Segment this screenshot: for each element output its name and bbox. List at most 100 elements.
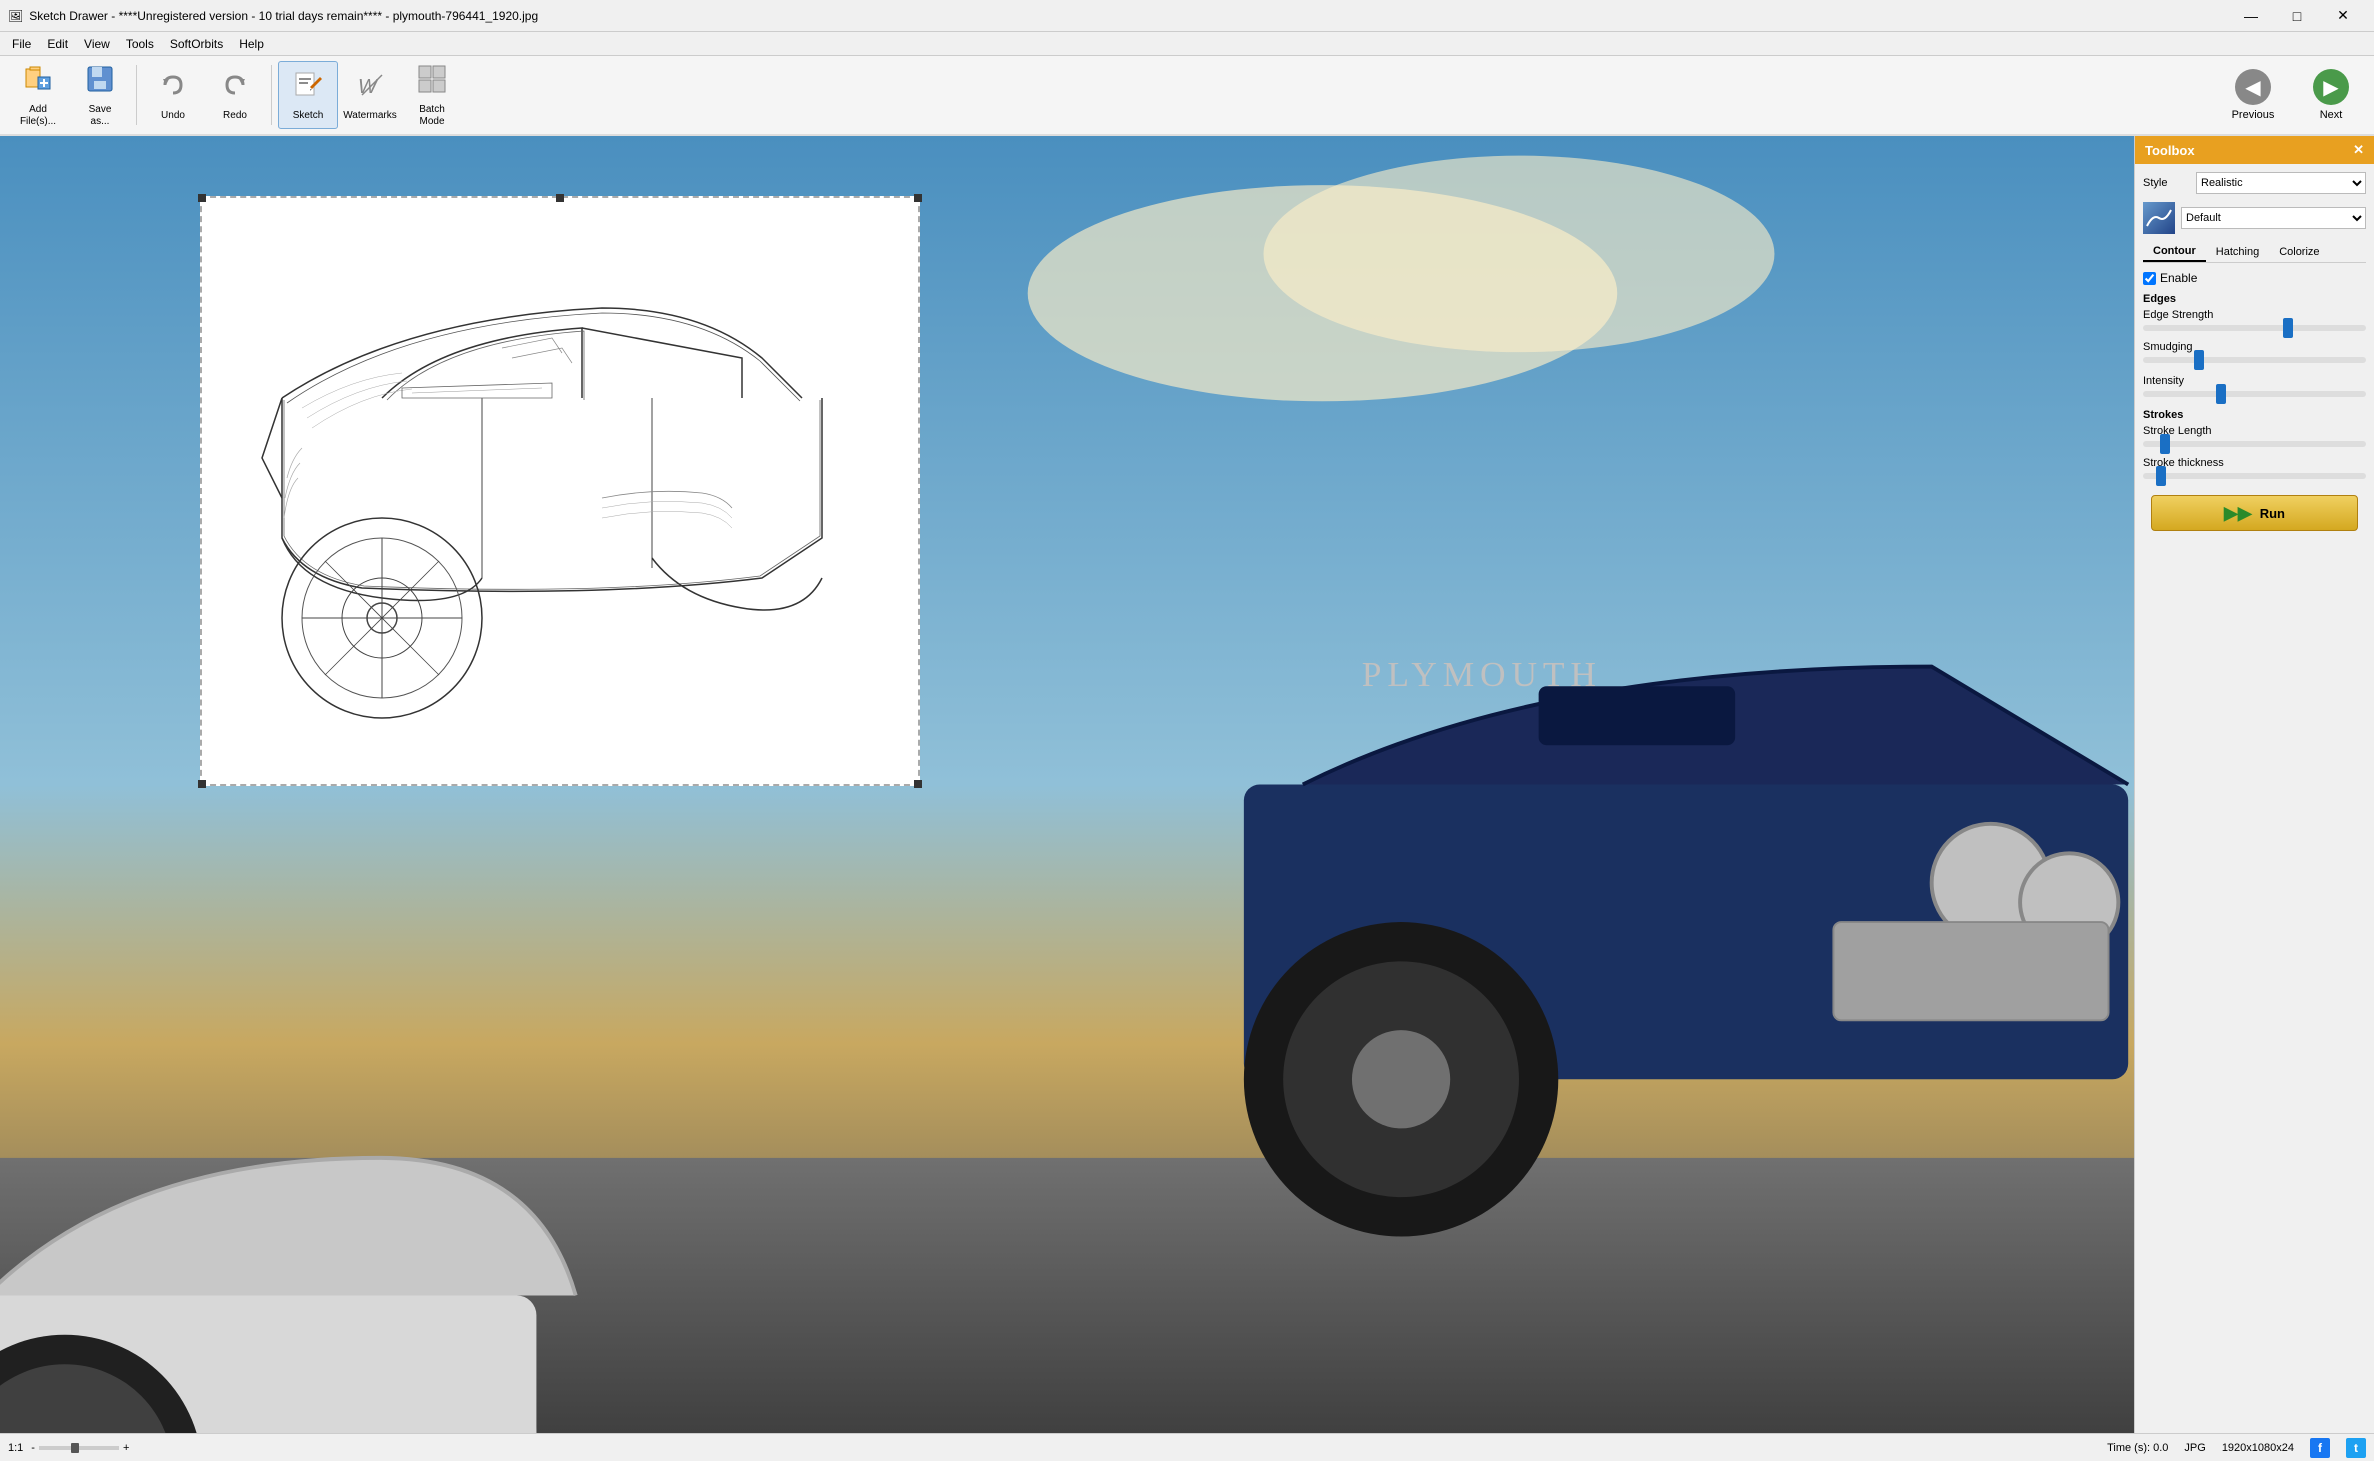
watermarks-icon: W (354, 69, 386, 106)
intensity-thumb[interactable] (2216, 384, 2226, 404)
stroke-length-label: Stroke Length (2143, 425, 2366, 437)
presets-select[interactable]: Default (2181, 207, 2366, 229)
watermarks-button[interactable]: W Watermarks (340, 61, 400, 129)
add-files-label: AddFile(s)... (20, 104, 56, 128)
facebook-icon[interactable]: f (2310, 1438, 2330, 1458)
smudging-thumb[interactable] (2194, 350, 2204, 370)
run-button[interactable]: ▶▶ Run (2151, 495, 2358, 531)
toolbox-close-icon[interactable]: ✕ (2353, 142, 2364, 158)
separator-1 (136, 65, 137, 125)
menu-help[interactable]: Help (231, 32, 272, 56)
zoom-control: - + (31, 1442, 129, 1454)
zoom-thumb[interactable] (71, 1443, 79, 1453)
intensity-track[interactable] (2143, 391, 2366, 397)
sketch-button[interactable]: Sketch (278, 61, 338, 129)
add-files-icon (22, 63, 54, 100)
close-button[interactable]: ✕ (2320, 0, 2366, 32)
previous-arrow-icon: ◀ (2235, 69, 2271, 105)
menu-softorbits[interactable]: SoftOrbits (162, 32, 231, 56)
save-as-icon (84, 63, 116, 100)
zoom-in-icon[interactable]: + (123, 1442, 129, 1454)
edges-title: Edges (2143, 293, 2366, 305)
edge-strength-track[interactable] (2143, 325, 2366, 331)
enable-checkbox[interactable] (2143, 272, 2156, 285)
titlebar: 🖼 Sketch Drawer - ****Unregistered versi… (0, 0, 2374, 32)
stroke-thickness-row: Stroke thickness (2143, 457, 2366, 479)
toolbar-nav: ◀ Previous ▶ Next (2218, 60, 2366, 130)
twitter-icon[interactable]: t (2346, 1438, 2366, 1458)
smudging-track[interactable] (2143, 357, 2366, 363)
app-icon: 🖼 (8, 9, 23, 23)
menubar: File Edit View Tools SoftOrbits Help (0, 32, 2374, 56)
tab-hatching[interactable]: Hatching (2206, 242, 2269, 262)
watermarks-label: Watermarks (343, 110, 397, 122)
strokes-title: Strokes (2143, 409, 2366, 421)
redo-icon (219, 69, 251, 106)
edges-section: Edges Edge Strength Smudging (2143, 293, 2366, 363)
enable-row: Enable (2143, 271, 2366, 285)
app-title: Sketch Drawer - ****Unregistered version… (29, 9, 538, 23)
add-files-button[interactable]: AddFile(s)... (8, 61, 68, 129)
selection-handle-bottomleft[interactable] (198, 780, 206, 788)
style-label: Style (2143, 177, 2188, 189)
toolbox-tabs: Contour Hatching Colorize (2143, 242, 2366, 263)
format-label: JPG (2184, 1442, 2205, 1454)
next-label: Next (2320, 109, 2343, 121)
batch-mode-icon (416, 63, 448, 100)
zoom-out-icon[interactable]: - (31, 1442, 35, 1454)
statusbar: 1:1 - + Time (s): 0.0 JPG 1920x1080x24 f… (0, 1433, 2374, 1461)
edge-strength-label: Edge Strength (2143, 309, 2366, 321)
next-button[interactable]: ▶ Next (2296, 60, 2366, 130)
separator-2 (271, 65, 272, 125)
smudging-row: Smudging (2143, 341, 2366, 363)
intensity-label: Intensity (2143, 375, 2366, 387)
toolbox-content: Style Realistic (2135, 164, 2374, 1433)
sketch-canvas[interactable] (200, 196, 920, 786)
canvas-area[interactable]: PLYMOUTH (0, 136, 2134, 1433)
selection-handle-bottomright[interactable] (914, 780, 922, 788)
menu-tools[interactable]: Tools (118, 32, 162, 56)
undo-button[interactable]: Undo (143, 61, 203, 129)
zoom-ratio-label: 1:1 (8, 1442, 23, 1454)
enable-label: Enable (2160, 271, 2197, 285)
car-background: PLYMOUTH (0, 136, 2134, 1433)
toolbar: AddFile(s)... Saveas... Undo (0, 56, 2374, 136)
statusbar-left: 1:1 - + (8, 1442, 129, 1454)
edge-strength-thumb[interactable] (2283, 318, 2293, 338)
menu-edit[interactable]: Edit (39, 32, 76, 56)
maximize-button[interactable]: □ (2274, 0, 2320, 32)
selection-handle-topright[interactable] (914, 194, 922, 202)
zoom-slider[interactable] (39, 1446, 119, 1450)
menu-file[interactable]: File (4, 32, 39, 56)
strokes-section: Strokes Stroke Length Stroke thickness (2143, 409, 2366, 479)
undo-label: Undo (161, 110, 185, 122)
stroke-length-track[interactable] (2143, 441, 2366, 447)
statusbar-right: Time (s): 0.0 JPG 1920x1080x24 f t (2107, 1438, 2366, 1458)
selection-handle-top[interactable] (556, 194, 564, 202)
menu-view[interactable]: View (76, 32, 118, 56)
titlebar-controls: — □ ✕ (2228, 0, 2366, 32)
sketch-label: Sketch (293, 110, 324, 122)
stroke-thickness-thumb[interactable] (2156, 466, 2166, 486)
stroke-thickness-track[interactable] (2143, 473, 2366, 479)
selection-handle-topleft[interactable] (198, 194, 206, 202)
run-label: Run (2260, 506, 2285, 521)
redo-button[interactable]: Redo (205, 61, 265, 129)
tab-contour[interactable]: Contour (2143, 242, 2206, 262)
toolbar-main-group: AddFile(s)... Saveas... Undo (8, 61, 462, 129)
main-area: PLYMOUTH (0, 136, 2374, 1433)
save-as-button[interactable]: Saveas... (70, 61, 130, 129)
svg-text:PLYMOUTH: PLYMOUTH (1362, 654, 1602, 694)
style-row: Style Realistic (2143, 172, 2366, 194)
smudging-label: Smudging (2143, 341, 2366, 353)
stroke-length-thumb[interactable] (2160, 434, 2170, 454)
previous-button[interactable]: ◀ Previous (2218, 60, 2288, 130)
minimize-button[interactable]: — (2228, 0, 2274, 32)
time-label: Time (s): 0.0 (2107, 1442, 2168, 1454)
svg-text:W: W (358, 76, 379, 98)
style-select[interactable]: Realistic (2196, 172, 2366, 194)
batch-mode-button[interactable]: BatchMode (402, 61, 462, 129)
toolbox-panel: Toolbox ✕ Style Realistic (2134, 136, 2374, 1433)
stroke-length-row: Stroke Length (2143, 425, 2366, 447)
tab-colorize[interactable]: Colorize (2269, 242, 2329, 262)
